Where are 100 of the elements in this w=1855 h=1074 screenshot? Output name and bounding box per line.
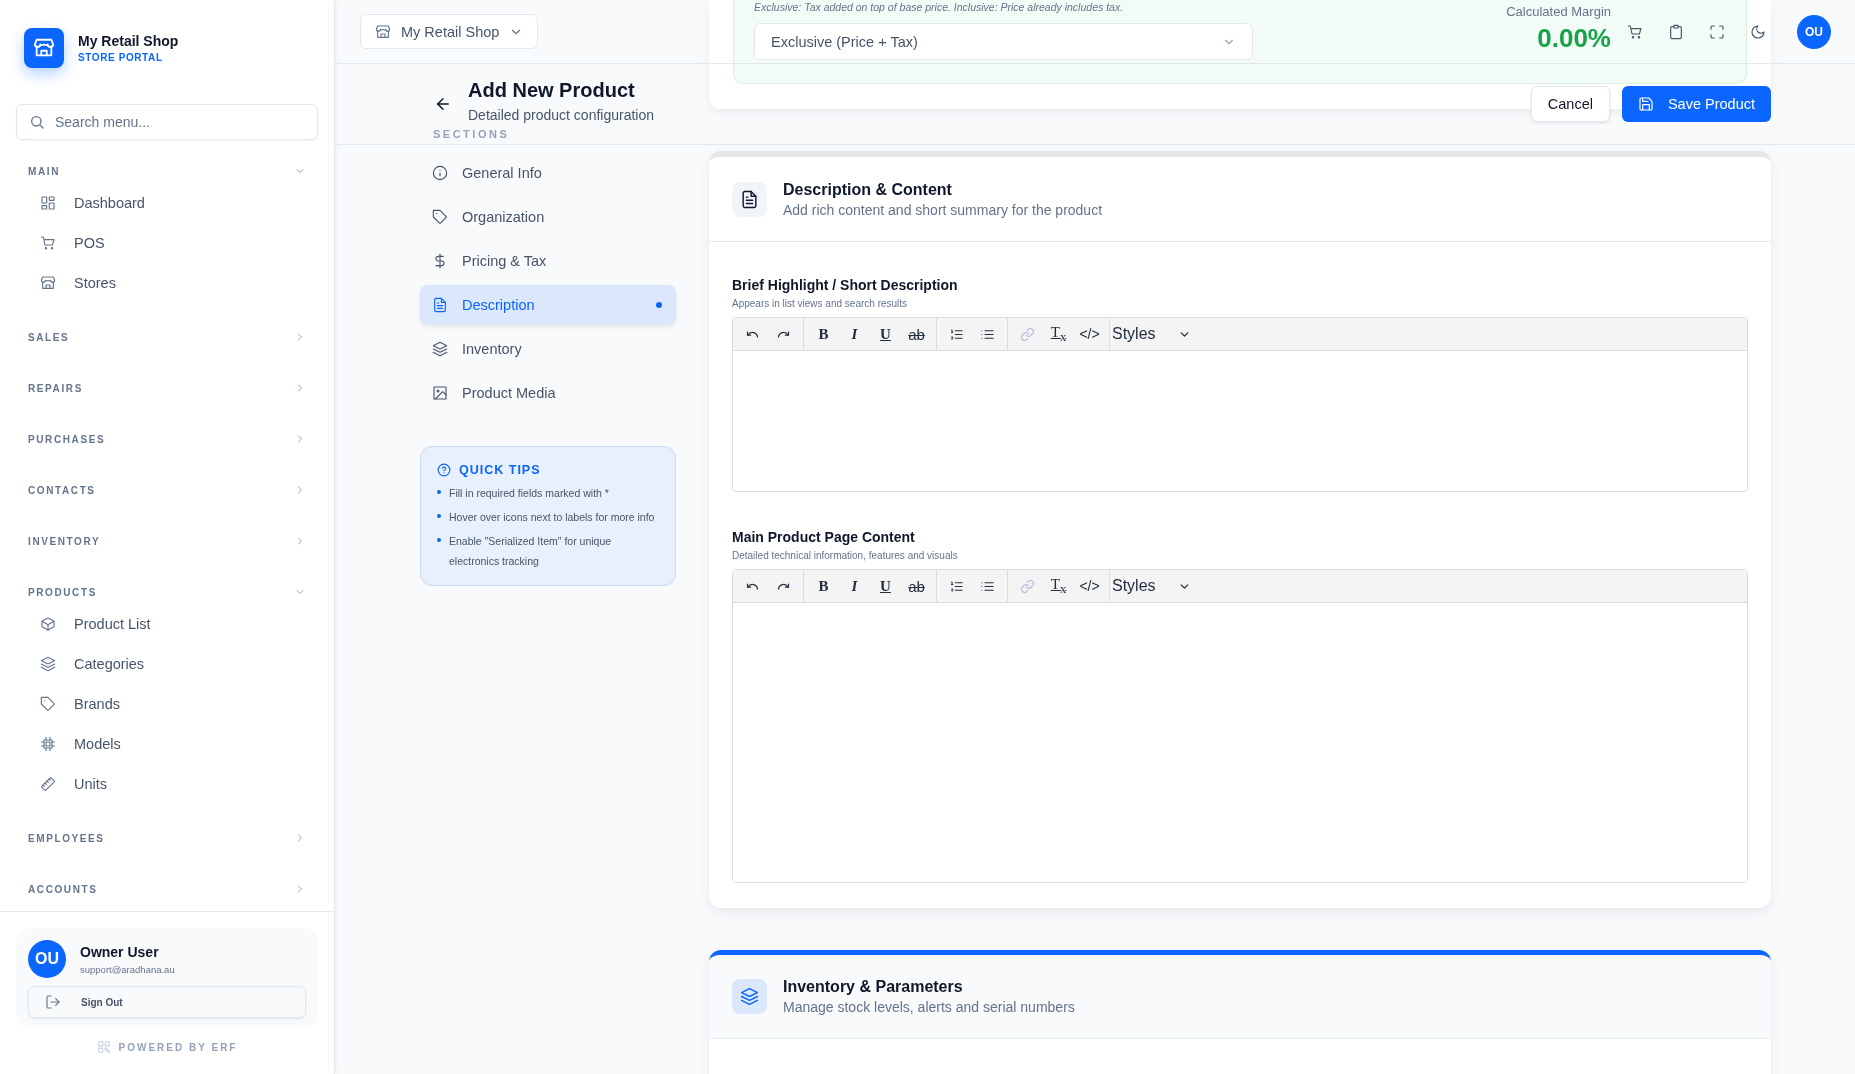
- card-title: Inventory & Parameters: [783, 978, 964, 996]
- tips-title: QUICK TIPS: [459, 463, 541, 477]
- bullet-icon: [437, 514, 441, 518]
- code-button[interactable]: </>: [1074, 572, 1105, 600]
- card-title: Description & Content: [783, 180, 953, 199]
- section-tab[interactable]: Inventory: [420, 329, 676, 369]
- document-icon: [432, 297, 448, 313]
- moon-icon[interactable]: [1750, 23, 1766, 40]
- styles-dropdown[interactable]: Styles: [1110, 570, 1201, 602]
- tax-mode-select[interactable]: Exclusive (Price + Tax): [754, 23, 1253, 60]
- clear-format-button[interactable]: T$_{x}$: [1043, 572, 1074, 600]
- info-icon: [432, 165, 448, 181]
- box-icon: [40, 616, 56, 632]
- sidebar-item[interactable]: Brands: [0, 684, 334, 724]
- clear-format-button[interactable]: T$_{x}$: [1043, 320, 1074, 348]
- layers-icon: [432, 341, 448, 357]
- menu-group-header[interactable]: ACCOUNTS: [0, 879, 334, 899]
- field-hint: Appears in list views and search results: [732, 298, 909, 309]
- cart-icon[interactable]: [1627, 23, 1643, 40]
- document-icon: [732, 181, 767, 217]
- strikethrough-button[interactable]: ab: [901, 320, 932, 348]
- fullscreen-icon[interactable]: [1709, 23, 1725, 40]
- sections-label: SECTIONS: [432, 128, 511, 142]
- store-icon: [375, 23, 391, 40]
- menu-group-header[interactable]: CONTACTS: [0, 480, 334, 500]
- sign-out-button[interactable]: Sign Out: [28, 986, 306, 1018]
- menu-group-header[interactable]: PRODUCTS: [0, 582, 334, 602]
- sidebar-item[interactable]: Units: [0, 764, 334, 804]
- underline-button[interactable]: U: [870, 572, 901, 600]
- margin-label: Calculated Margin: [1506, 4, 1611, 19]
- italic-button[interactable]: I: [839, 572, 870, 600]
- search-field[interactable]: Search menu...: [16, 104, 318, 140]
- bold-button[interactable]: B: [808, 320, 839, 348]
- dollar-icon: [432, 253, 448, 269]
- menu-group-header[interactable]: REPAIRS: [0, 378, 334, 398]
- image-icon: [432, 385, 448, 401]
- tip-text: Enable "Serialized Item" for unique electronics tracking: [449, 534, 613, 569]
- store-selector[interactable]: My Retail Shop: [360, 14, 539, 49]
- help-icon: [437, 463, 451, 477]
- code-button[interactable]: </>: [1074, 320, 1105, 348]
- menu-group-header[interactable]: PURCHASES: [0, 429, 334, 449]
- section-tab[interactable]: Description: [420, 285, 676, 325]
- store-icon: [40, 275, 56, 291]
- tag-icon: [40, 696, 56, 712]
- save-product-button[interactable]: Save Product: [1621, 86, 1771, 122]
- store-logo: [24, 28, 64, 68]
- styles-dropdown[interactable]: Styles: [1110, 318, 1201, 350]
- underline-button[interactable]: U: [870, 320, 901, 348]
- clipboard-icon[interactable]: [1668, 23, 1684, 40]
- user-name: Owner User: [80, 943, 160, 960]
- bullet-icon: [437, 538, 441, 542]
- margin-value: 0.00%: [1537, 23, 1611, 54]
- brand-name: My Retail Shop: [78, 33, 179, 49]
- bold-button[interactable]: B: [808, 572, 839, 600]
- menu-group-header[interactable]: INVENTORY: [0, 531, 334, 551]
- ruler-icon: [40, 776, 56, 792]
- section-tab[interactable]: Organization: [420, 197, 676, 237]
- sidebar-item[interactable]: Models: [0, 724, 334, 764]
- layers-icon: [732, 979, 767, 1014]
- sidebar-item[interactable]: Product List: [0, 604, 334, 644]
- strikethrough-button[interactable]: ab: [901, 572, 932, 600]
- sidebar-item[interactable]: Dashboard: [0, 183, 334, 223]
- tip-text: Fill in required fields marked with *: [449, 486, 609, 501]
- numbered-list-icon: [949, 578, 964, 594]
- card-subtitle: Manage stock levels, alerts and serial numbers: [783, 999, 1075, 1015]
- chip-icon: [40, 736, 56, 752]
- dashboard-icon: [40, 195, 56, 211]
- sidebar-item[interactable]: POS: [0, 223, 334, 263]
- bullet-icon: [437, 490, 441, 494]
- user-email: support@aradhana.au: [80, 963, 175, 975]
- numbered-list-icon: [949, 326, 964, 342]
- sidebar-item[interactable]: Stores: [0, 263, 334, 303]
- menu-group-header[interactable]: EMPLOYEES: [0, 828, 334, 848]
- menu-group-header[interactable]: SALES: [0, 327, 334, 347]
- back-arrow-icon[interactable]: [434, 95, 452, 113]
- field-hint: Detailed technical information, features and visuals: [732, 550, 959, 561]
- user-avatar: OU: [28, 940, 66, 978]
- page-title: Add New Product: [468, 79, 636, 102]
- brand-subtitle: STORE PORTAL: [78, 52, 164, 63]
- active-dot: [656, 302, 662, 308]
- link-icon: [1020, 326, 1035, 342]
- italic-button[interactable]: I: [839, 320, 870, 348]
- tip-text: Hover over icons next to labels for more info: [449, 510, 655, 525]
- page-subtitle: Detailed product configuration: [468, 107, 654, 123]
- cancel-button[interactable]: Cancel: [1530, 86, 1610, 122]
- save-icon: [1637, 96, 1654, 112]
- section-tab[interactable]: Pricing & Tax: [420, 241, 676, 281]
- logout-icon: [45, 994, 61, 1010]
- grid-logo-icon: [96, 1040, 111, 1054]
- tax-hint: Exclusive: Tax added on top of base price. Inclusive: Price already includes tax.: [754, 1, 1125, 13]
- cart-icon: [40, 235, 56, 251]
- link-icon: [1020, 578, 1035, 594]
- menu-group-header[interactable]: MAIN: [0, 161, 334, 181]
- sidebar-item[interactable]: Categories: [0, 644, 334, 684]
- user-avatar[interactable]: OU: [1797, 14, 1831, 49]
- card-subtitle: Add rich content and short summary for the product: [783, 201, 1103, 218]
- search-icon: [29, 114, 45, 130]
- section-tab[interactable]: General Info: [420, 153, 676, 193]
- tag-icon: [432, 209, 448, 225]
- section-tab[interactable]: Product Media: [420, 373, 676, 413]
